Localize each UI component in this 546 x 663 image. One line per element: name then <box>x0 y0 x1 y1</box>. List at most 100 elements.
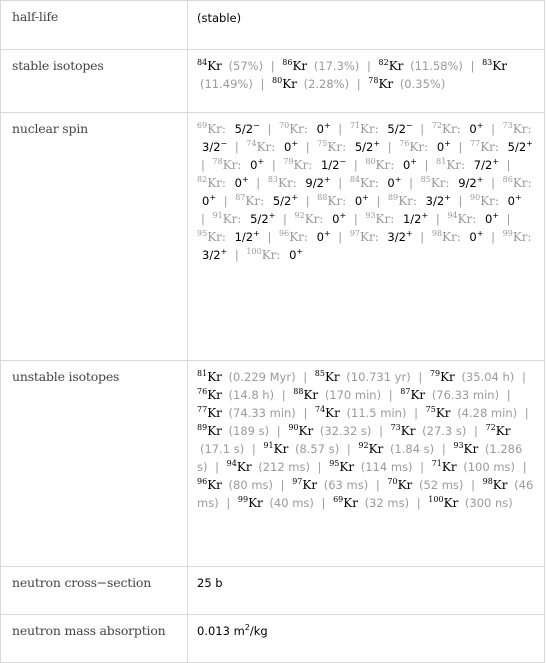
neutron-mass-absorption-value: 0.013 m2/kg <box>187 614 545 663</box>
parity: + <box>241 175 249 184</box>
mass-number: 71 <box>349 121 360 130</box>
mass-number: 90 <box>288 423 299 432</box>
isotope-symbol: 99Kr <box>237 495 263 511</box>
neutron-cross-section-value: 25 b <box>187 566 545 615</box>
unstable-isotope-item: 96Kr (80 ms) <box>197 477 273 493</box>
half-life: (76.33 min) <box>431 388 500 402</box>
stable-isotope-item: 80Kr (2.28%) <box>272 77 350 92</box>
unstable-isotope-item: 88Kr (170 min) <box>293 387 382 403</box>
mass-number: 81 <box>197 369 208 378</box>
mass-number: 83 <box>267 175 278 184</box>
isotope-symbol: 98Kr: <box>431 229 461 245</box>
separator: | <box>353 158 358 172</box>
nuclear-spin-item: 75Kr: 5/2+ <box>317 139 381 155</box>
isotope-symbol: 77Kr <box>197 405 222 421</box>
separator: | <box>474 424 478 438</box>
isotope-symbol: 78Kr <box>368 76 394 92</box>
isotope-symbol: 96Kr: <box>279 229 308 245</box>
nuclear-spin-item: 95Kr: 1/2+ <box>197 229 260 245</box>
unstable-isotope-item: 89Kr (189 s) <box>197 424 269 439</box>
mass-number: 99 <box>502 229 513 238</box>
nuclear-spin-item: 90Kr: 0+ <box>470 193 522 209</box>
unstable-isotope-item: 91Kr (8.57 s) <box>263 441 340 457</box>
parity: + <box>444 139 451 148</box>
half-life: (14.8 h) <box>228 388 275 402</box>
parity: + <box>492 157 499 166</box>
separator: | <box>379 424 383 438</box>
half-life: (212 ms) <box>258 460 310 474</box>
isotope-symbol: 80Kr: <box>365 157 395 173</box>
mass-number: 72 <box>431 121 442 130</box>
separator: | <box>424 158 429 172</box>
parity: + <box>405 229 413 238</box>
row-unstable-isotopes: unstable isotopes 81Kr (0.229 Myr) | 85K… <box>0 360 545 567</box>
isotope-symbol: 72Kr <box>485 423 511 439</box>
unstable-isotope-item: 94Kr (212 ms) <box>227 460 310 475</box>
nuclear-spin-item: 98Kr: 0+ <box>431 229 484 245</box>
isotope-symbol: 92Kr: <box>294 211 324 227</box>
abundance: (11.58%) <box>410 59 463 73</box>
separator: | <box>256 176 261 190</box>
isotope-symbol: 85Kr <box>314 369 340 385</box>
parity: + <box>253 229 260 238</box>
isotope-symbol: 87Kr <box>400 387 426 403</box>
separator: | <box>251 442 256 456</box>
mass-number: 91 <box>212 211 223 220</box>
unstable-isotope-item: 74Kr (11.5 min) <box>314 405 406 421</box>
isotope-symbol: 73Kr <box>390 423 416 439</box>
isotope-symbol: 85Kr: <box>420 175 450 191</box>
half-life: (170 min) <box>324 388 382 402</box>
parity: + <box>421 211 429 220</box>
mass-number: 88 <box>293 387 304 396</box>
unstable-isotope-item: 69Kr (32 ms) <box>333 496 409 511</box>
parity: + <box>444 193 451 202</box>
mass-number: 69 <box>197 121 208 130</box>
separator: | <box>281 388 286 402</box>
nuclear-spin-item: 91Kr: 5/2+ <box>212 211 276 227</box>
isotope-symbol: 97Kr <box>292 477 318 493</box>
neutron-cross-section-label: neutron cross−section <box>0 566 188 615</box>
separator: | <box>522 460 527 474</box>
spin-value: 3/2+ <box>425 193 451 209</box>
separator: | <box>356 77 361 91</box>
spin-value: 5/2+ <box>354 139 381 155</box>
isotope-symbol: 81Kr: <box>436 157 466 173</box>
mass-number: 95 <box>329 459 340 468</box>
isotope-symbol: 96Kr <box>197 477 222 493</box>
unstable-isotope-item: 92Kr (1.84 s) <box>358 441 434 457</box>
separator: | <box>270 59 275 73</box>
abundance: (57%) <box>228 59 264 73</box>
half-life-value: (stable) <box>187 0 545 50</box>
abundance: (2.28%) <box>303 77 350 91</box>
isotope-symbol: 74Kr <box>314 405 340 421</box>
separator: | <box>353 212 358 226</box>
isotope-symbol: 71Kr <box>431 459 457 475</box>
separator: | <box>409 176 413 190</box>
mass-number: 90 <box>470 193 481 202</box>
unstable-isotope-item: 70Kr (52 ms) <box>387 478 463 493</box>
separator: | <box>280 478 285 492</box>
unstable-isotope-item: 79Kr (35.04 h) <box>429 369 514 385</box>
mass-number: 94 <box>447 211 458 220</box>
separator: | <box>491 122 495 136</box>
separator: | <box>524 406 529 420</box>
separator: | <box>346 442 351 456</box>
spin-value: 1/2− <box>320 157 347 173</box>
unstable-isotope-item: 76Kr (14.8 h) <box>197 388 275 403</box>
spin-value: 0+ <box>332 211 347 227</box>
mass-number: 92 <box>358 441 369 450</box>
isotope-symbol: 89Kr: <box>388 193 417 209</box>
mass-number: 80 <box>365 157 376 166</box>
half-life: (8.57 s) <box>294 442 340 456</box>
mass-number: 91 <box>263 441 274 450</box>
mass-number: 79 <box>429 369 441 378</box>
spin-value: 1/2+ <box>234 229 260 245</box>
nuclear-spin-item: 82Kr: 0+ <box>197 175 249 191</box>
parity: + <box>257 157 265 166</box>
spin-value: 7/2+ <box>473 157 499 173</box>
half-life: (74.33 min) <box>228 406 296 420</box>
mass-number: 87 <box>400 387 411 396</box>
parity: − <box>220 139 228 148</box>
nuclear-spin-item: 76Kr: 0+ <box>399 139 451 155</box>
mass-number: 93 <box>453 441 464 450</box>
